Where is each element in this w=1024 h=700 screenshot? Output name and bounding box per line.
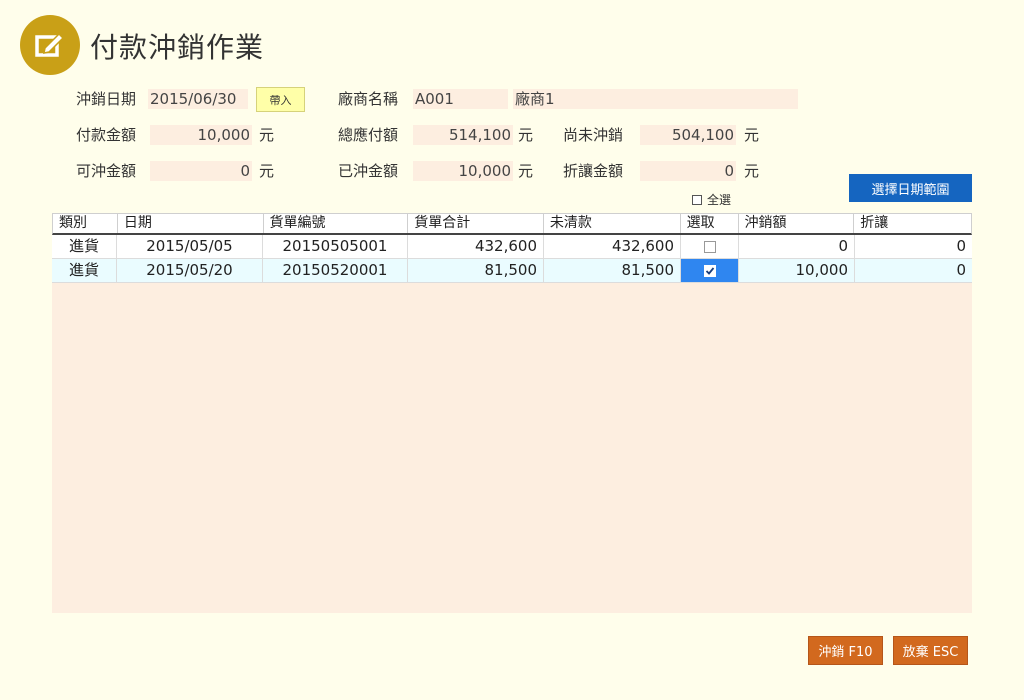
unit-label: 元	[259, 126, 275, 144]
cancel-button[interactable]: 放棄 ESC	[893, 636, 968, 665]
page-title: 付款沖銷作業	[90, 31, 265, 64]
outstanding-cell: 432,600	[544, 235, 681, 258]
checkbox-unchecked-icon[interactable]	[703, 240, 716, 253]
date-cell: 2015/05/20	[117, 259, 263, 282]
unwritten-field: 504,100	[640, 125, 736, 145]
column-header[interactable]: 沖銷額	[739, 214, 855, 233]
select-all-checkbox[interactable]: 全選	[692, 192, 731, 208]
confirm-writeoff-button[interactable]: 沖銷 F10	[808, 636, 883, 665]
vendor-name-field[interactable]: 廠商1	[513, 89, 798, 109]
checkbox-checked-icon[interactable]	[703, 264, 716, 277]
payment-amount-field[interactable]: 10,000	[150, 125, 252, 145]
edit-note-icon	[20, 15, 80, 75]
column-header[interactable]: 選取	[681, 214, 739, 233]
writeoff-date-field[interactable]: 2015/06/30	[148, 89, 248, 109]
grid-header: 類別 日期 貨單編號 貨單合計 未清款 選取 沖銷額 折讓	[52, 213, 972, 235]
unit-label: 元	[259, 162, 275, 180]
unit-label: 元	[744, 162, 760, 180]
discount-cell[interactable]: 0	[855, 259, 972, 282]
written-amount-label: 已沖金額	[338, 162, 399, 180]
unit-label: 元	[744, 126, 760, 144]
table-row[interactable]: 進貨 2015/05/05 20150505001 432,600 432,60…	[52, 235, 972, 259]
write-off-cell[interactable]: 0	[739, 235, 855, 258]
unit-label: 元	[518, 162, 534, 180]
column-header[interactable]: 類別	[53, 214, 118, 233]
vendor-name-label: 廠商名稱	[338, 90, 399, 108]
discount-amount-field: 0	[640, 161, 736, 181]
outstanding-cell: 81,500	[544, 259, 681, 282]
date-cell: 2015/05/05	[117, 235, 263, 258]
writeoff-date-label: 沖銷日期	[76, 90, 137, 108]
total-payable-field: 514,100	[413, 125, 513, 145]
import-button[interactable]: 帶入	[256, 87, 305, 112]
vendor-code-field[interactable]: A001	[413, 89, 508, 109]
payment-writeoff-page: 付款沖銷作業 沖銷日期 2015/06/30 帶入 廠商名稱 A001 廠商1 …	[0, 0, 1024, 700]
available-amount-field: 0	[150, 161, 252, 181]
written-amount-field: 10,000	[413, 161, 513, 181]
select-cell[interactable]	[681, 259, 739, 282]
select-date-range-button[interactable]: 選擇日期範圍	[849, 174, 972, 202]
total-cell: 81,500	[408, 259, 544, 282]
discount-amount-label: 折讓金額	[563, 162, 624, 180]
column-header[interactable]: 日期	[118, 214, 264, 233]
total-cell: 432,600	[408, 235, 544, 258]
column-header[interactable]: 貨單編號	[264, 214, 409, 233]
column-header[interactable]: 未清款	[544, 214, 681, 233]
column-header[interactable]: 貨單合計	[408, 214, 544, 233]
payment-amount-label: 付款金額	[76, 126, 137, 144]
write-off-cell[interactable]: 10,000	[739, 259, 855, 282]
select-all-label: 全選	[707, 193, 732, 207]
select-cell[interactable]	[681, 235, 739, 258]
checkbox-icon[interactable]	[692, 195, 702, 205]
column-header[interactable]: 折讓	[854, 214, 971, 233]
type-cell: 進貨	[52, 235, 117, 258]
available-amount-label: 可沖金額	[76, 162, 137, 180]
discount-cell[interactable]: 0	[855, 235, 972, 258]
order-no-cell: 20150505001	[263, 235, 408, 258]
total-payable-label: 總應付額	[338, 126, 399, 144]
unit-label: 元	[518, 126, 534, 144]
type-cell: 進貨	[52, 259, 117, 282]
unwritten-label: 尚未沖銷	[563, 126, 624, 144]
writeoff-grid: 類別 日期 貨單編號 貨單合計 未清款 選取 沖銷額 折讓 進貨 2015/05…	[52, 213, 972, 613]
order-no-cell: 20150520001	[263, 259, 408, 282]
table-row[interactable]: 進貨 2015/05/20 20150520001 81,500 81,500 …	[52, 259, 972, 283]
